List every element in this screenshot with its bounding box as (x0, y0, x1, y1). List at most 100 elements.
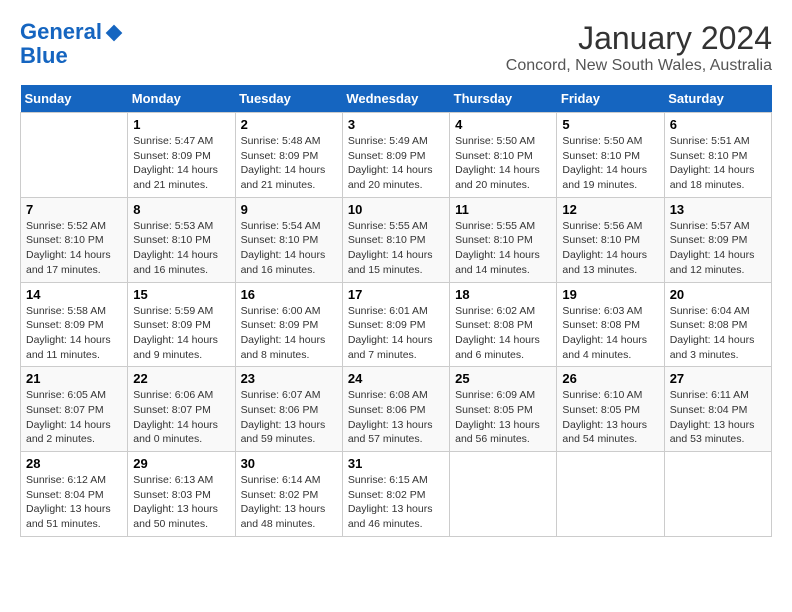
calendar-cell: 17 Sunrise: 6:01 AMSunset: 8:09 PMDayligh… (342, 282, 449, 367)
day-info: Sunrise: 6:01 AMSunset: 8:09 PMDaylight:… (348, 304, 444, 363)
day-info: Sunrise: 5:54 AMSunset: 8:10 PMDaylight:… (241, 219, 337, 278)
day-number: 10 (348, 202, 444, 217)
calendar-cell: 24 Sunrise: 6:08 AMSunset: 8:06 PMDayligh… (342, 367, 449, 452)
day-number: 31 (348, 456, 444, 471)
day-info: Sunrise: 6:10 AMSunset: 8:05 PMDaylight:… (562, 388, 658, 447)
calendar-cell: 20Sunrise: 6:04 AMSunset: 8:08 PMDayligh… (664, 282, 771, 367)
day-number: 13 (670, 202, 766, 217)
day-number: 2 (241, 117, 337, 132)
day-number: 6 (670, 117, 766, 132)
logo-text: General Blue (20, 20, 124, 68)
calendar-cell: 16 Sunrise: 6:00 AMSunset: 8:09 PMDayligh… (235, 282, 342, 367)
calendar-cell: 23 Sunrise: 6:07 AMSunset: 8:06 PMDayligh… (235, 367, 342, 452)
day-info: Sunrise: 6:03 AMSunset: 8:08 PMDaylight:… (562, 304, 658, 363)
day-header-thursday: Thursday (450, 85, 557, 113)
main-title: January 2024 (506, 20, 772, 57)
day-info: Sunrise: 5:56 AMSunset: 8:10 PMDaylight:… (562, 219, 658, 278)
calendar-cell (557, 452, 664, 537)
day-number: 25 (455, 371, 551, 386)
calendar-cell: 19 Sunrise: 6:03 AMSunset: 8:08 PMDayligh… (557, 282, 664, 367)
day-info: Sunrise: 5:48 AMSunset: 8:09 PMDaylight:… (241, 134, 337, 193)
calendar-cell: 9Sunrise: 5:54 AMSunset: 8:10 PMDaylight… (235, 197, 342, 282)
day-number: 12 (562, 202, 658, 217)
calendar-week-2: 7 Sunrise: 5:52 AMSunset: 8:10 PMDaylight… (21, 197, 772, 282)
day-info: Sunrise: 6:08 AMSunset: 8:06 PMDaylight:… (348, 388, 444, 447)
day-header-friday: Friday (557, 85, 664, 113)
day-number: 17 (348, 287, 444, 302)
day-info: Sunrise: 5:53 AMSunset: 8:10 PMDaylight:… (133, 219, 229, 278)
day-number: 24 (348, 371, 444, 386)
day-number: 5 (562, 117, 658, 132)
calendar-week-4: 21 Sunrise: 6:05 AMSunset: 8:07 PMDayligh… (21, 367, 772, 452)
day-info: Sunrise: 5:58 AMSunset: 8:09 PMDaylight:… (26, 304, 122, 363)
calendar-cell: 26 Sunrise: 6:10 AMSunset: 8:05 PMDayligh… (557, 367, 664, 452)
day-info: Sunrise: 5:47 AMSunset: 8:09 PMDaylight:… (133, 134, 229, 193)
calendar-cell: 27 Sunrise: 6:11 AMSunset: 8:04 PMDayligh… (664, 367, 771, 452)
calendar-cell: 13Sunrise: 5:57 AMSunset: 8:09 PMDayligh… (664, 197, 771, 282)
day-number: 29 (133, 456, 229, 471)
calendar-cell: 3 Sunrise: 5:49 AMSunset: 8:09 PMDaylight… (342, 113, 449, 198)
calendar-cell: 30Sunrise: 6:14 AMSunset: 8:02 PMDayligh… (235, 452, 342, 537)
calendar-cell: 21 Sunrise: 6:05 AMSunset: 8:07 PMDayligh… (21, 367, 128, 452)
day-number: 4 (455, 117, 551, 132)
day-info: Sunrise: 5:50 AMSunset: 8:10 PMDaylight:… (455, 134, 551, 193)
day-number: 15 (133, 287, 229, 302)
day-info: Sunrise: 5:52 AMSunset: 8:10 PMDaylight:… (26, 219, 122, 278)
calendar-cell: 7 Sunrise: 5:52 AMSunset: 8:10 PMDaylight… (21, 197, 128, 282)
day-number: 21 (26, 371, 122, 386)
day-info: Sunrise: 6:06 AMSunset: 8:07 PMDaylight:… (133, 388, 229, 447)
day-info: Sunrise: 6:05 AMSunset: 8:07 PMDaylight:… (26, 388, 122, 447)
day-info: Sunrise: 6:02 AMSunset: 8:08 PMDaylight:… (455, 304, 551, 363)
day-info: Sunrise: 6:07 AMSunset: 8:06 PMDaylight:… (241, 388, 337, 447)
day-info: Sunrise: 5:49 AMSunset: 8:09 PMDaylight:… (348, 134, 444, 193)
day-number: 19 (562, 287, 658, 302)
day-info: Sunrise: 6:00 AMSunset: 8:09 PMDaylight:… (241, 304, 337, 363)
day-number: 27 (670, 371, 766, 386)
calendar-table: SundayMondayTuesdayWednesdayThursdayFrid… (20, 85, 772, 537)
day-number: 22 (133, 371, 229, 386)
day-info: Sunrise: 6:09 AMSunset: 8:05 PMDaylight:… (455, 388, 551, 447)
day-number: 16 (241, 287, 337, 302)
logo-icon (104, 23, 124, 43)
calendar-cell (450, 452, 557, 537)
calendar-cell: 22 Sunrise: 6:06 AMSunset: 8:07 PMDayligh… (128, 367, 235, 452)
calendar-cell: 18Sunrise: 6:02 AMSunset: 8:08 PMDayligh… (450, 282, 557, 367)
page-header: General Blue January 2024 Concord, New S… (20, 20, 772, 75)
day-number: 3 (348, 117, 444, 132)
day-header-sunday: Sunday (21, 85, 128, 113)
logo-line2: Blue (20, 43, 68, 68)
day-header-saturday: Saturday (664, 85, 771, 113)
calendar-cell: 31 Sunrise: 6:15 AMSunset: 8:02 PMDayligh… (342, 452, 449, 537)
day-info: Sunrise: 6:13 AMSunset: 8:03 PMDaylight:… (133, 473, 229, 532)
calendar-week-1: 1 Sunrise: 5:47 AMSunset: 8:09 PMDaylight… (21, 113, 772, 198)
logo: General Blue (20, 20, 124, 68)
calendar-cell: 12 Sunrise: 5:56 AMSunset: 8:10 PMDayligh… (557, 197, 664, 282)
day-header-tuesday: Tuesday (235, 85, 342, 113)
subtitle: Concord, New South Wales, Australia (506, 57, 772, 75)
day-info: Sunrise: 5:59 AMSunset: 8:09 PMDaylight:… (133, 304, 229, 363)
calendar-week-5: 28 Sunrise: 6:12 AMSunset: 8:04 PMDayligh… (21, 452, 772, 537)
day-info: Sunrise: 5:51 AMSunset: 8:10 PMDaylight:… (670, 134, 766, 193)
header-row: SundayMondayTuesdayWednesdayThursdayFrid… (21, 85, 772, 113)
calendar-cell (21, 113, 128, 198)
calendar-cell: 8Sunrise: 5:53 AMSunset: 8:10 PMDaylight… (128, 197, 235, 282)
day-number: 7 (26, 202, 122, 217)
calendar-cell: 1 Sunrise: 5:47 AMSunset: 8:09 PMDaylight… (128, 113, 235, 198)
calendar-cell: 25 Sunrise: 6:09 AMSunset: 8:05 PMDayligh… (450, 367, 557, 452)
day-info: Sunrise: 6:15 AMSunset: 8:02 PMDaylight:… (348, 473, 444, 532)
calendar-cell: 15 Sunrise: 5:59 AMSunset: 8:09 PMDayligh… (128, 282, 235, 367)
day-number: 14 (26, 287, 122, 302)
calendar-cell: 4 Sunrise: 5:50 AMSunset: 8:10 PMDaylight… (450, 113, 557, 198)
calendar-cell: 11Sunrise: 5:55 AMSunset: 8:10 PMDayligh… (450, 197, 557, 282)
day-number: 26 (562, 371, 658, 386)
day-info: Sunrise: 6:12 AMSunset: 8:04 PMDaylight:… (26, 473, 122, 532)
day-number: 11 (455, 202, 551, 217)
calendar-cell: 2 Sunrise: 5:48 AMSunset: 8:09 PMDaylight… (235, 113, 342, 198)
logo-line1: General (20, 19, 102, 44)
day-info: Sunrise: 5:50 AMSunset: 8:10 PMDaylight:… (562, 134, 658, 193)
day-number: 28 (26, 456, 122, 471)
day-number: 23 (241, 371, 337, 386)
day-info: Sunrise: 6:11 AMSunset: 8:04 PMDaylight:… (670, 388, 766, 447)
day-number: 1 (133, 117, 229, 132)
calendar-week-3: 14 Sunrise: 5:58 AMSunset: 8:09 PMDayligh… (21, 282, 772, 367)
